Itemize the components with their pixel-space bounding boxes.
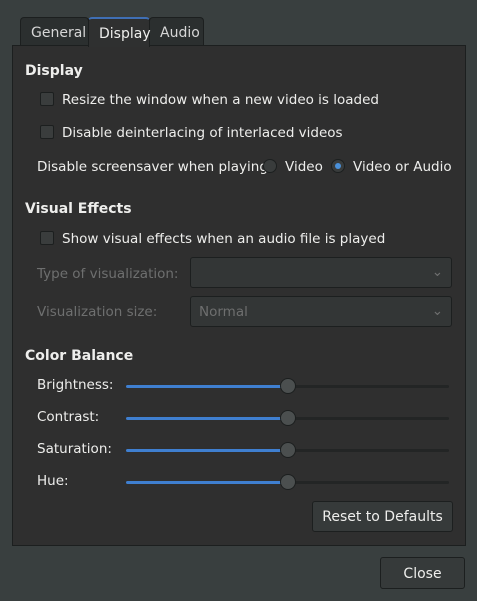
screensaver-label: Disable screensaver when playing — [37, 159, 268, 175]
deinterlace-label: Disable deinterlacing of interlaced vide… — [62, 125, 343, 141]
hue-slider[interactable] — [126, 474, 449, 490]
slider-knob[interactable] — [279, 410, 296, 426]
slider-fill — [126, 481, 288, 484]
slider-knob[interactable] — [279, 442, 296, 458]
slider-fill — [126, 449, 288, 452]
tab-general[interactable]: General — [20, 17, 89, 46]
visualization-size-label: Visualization size: — [37, 304, 158, 320]
visualization-type-combo[interactable]: ⌄ — [190, 257, 452, 288]
reset-to-defaults-button[interactable]: Reset to Defaults — [312, 501, 453, 532]
brightness-label: Brightness: — [37, 377, 114, 393]
radio-video-label: Video — [285, 159, 323, 175]
radio-video[interactable] — [263, 159, 277, 173]
display-panel: Display Resize the window when a new vid… — [12, 45, 466, 546]
visualization-size-value: Normal — [199, 304, 248, 320]
display-heading: Display — [25, 63, 83, 79]
slider-knob[interactable] — [279, 378, 296, 394]
deinterlace-checkbox[interactable] — [40, 125, 54, 139]
contrast-slider[interactable] — [126, 410, 449, 426]
slider-knob[interactable] — [279, 474, 296, 490]
tab-audio[interactable]: Audio — [149, 17, 204, 46]
slider-fill — [126, 417, 288, 420]
slider-fill — [126, 385, 288, 388]
contrast-label: Contrast: — [37, 409, 100, 425]
chevron-down-icon: ⌄ — [431, 303, 443, 319]
brightness-slider[interactable] — [126, 378, 449, 394]
show-visual-effects-checkbox[interactable] — [40, 231, 54, 245]
chevron-down-icon: ⌄ — [431, 264, 443, 280]
hue-label: Hue: — [37, 473, 69, 489]
saturation-label: Saturation: — [37, 441, 112, 457]
tab-display[interactable]: Display — [88, 17, 151, 47]
radio-video-or-audio-label: Video or Audio — [353, 159, 452, 175]
visualization-type-label: Type of visualization: — [37, 266, 179, 282]
saturation-slider[interactable] — [126, 442, 449, 458]
resize-checkbox[interactable] — [40, 92, 54, 106]
close-button[interactable]: Close — [380, 557, 465, 589]
visual-effects-heading: Visual Effects — [25, 201, 132, 217]
radio-video-or-audio[interactable] — [331, 159, 345, 173]
color-balance-heading: Color Balance — [25, 348, 134, 364]
show-visual-effects-label: Show visual effects when an audio file i… — [62, 231, 386, 247]
visualization-size-combo[interactable]: Normal ⌄ — [190, 296, 452, 327]
resize-label: Resize the window when a new video is lo… — [62, 92, 379, 108]
